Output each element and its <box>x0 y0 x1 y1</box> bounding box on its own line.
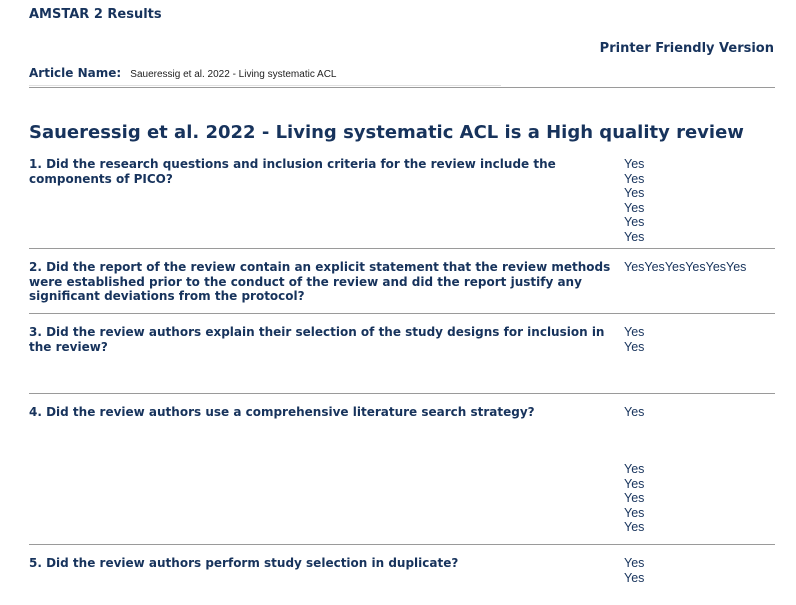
answer-list: Yes Yes Yes Yes Yes Yes <box>624 157 644 244</box>
answer-value: Yes <box>644 260 665 274</box>
questions-list: 1. Did the research questions and inclus… <box>29 155 775 605</box>
question-text: 1. Did the research questions and inclus… <box>29 157 556 186</box>
answer-value: Yes <box>624 229 645 244</box>
page-header-title: AMSTAR 2 Results <box>29 7 162 22</box>
question-block-4: 4. Did the review authors use a comprehe… <box>29 394 775 545</box>
answer-value: Yes <box>624 570 645 585</box>
answer-value: Yes <box>624 556 645 570</box>
answer-value: Yes <box>705 260 727 274</box>
question-block-1: 1. Did the research questions and inclus… <box>29 155 775 249</box>
answer-value: Yes <box>624 171 645 186</box>
answer-list: YesYesYesYesYesYes <box>624 260 746 275</box>
answer-value: Yes <box>624 520 645 534</box>
article-name-row: Article Name: Saueressig et al. 2022 - L… <box>29 62 501 86</box>
review-heading: Saueressig et al. 2022 - Living systemat… <box>29 122 744 143</box>
answer-value: Yes <box>624 462 645 476</box>
header-divider <box>29 87 775 88</box>
answer-value: Yes <box>726 260 747 274</box>
answer-list: Yes <box>624 405 644 420</box>
answer-value: Yes <box>624 215 645 229</box>
printer-friendly-link[interactable]: Printer Friendly Version <box>600 41 774 56</box>
answer-list-lower: Yes Yes Yes Yes Yes <box>624 462 644 535</box>
article-name-label: Article Name: <box>29 66 122 80</box>
question-text: 3. Did the review authors explain their … <box>29 325 605 354</box>
answer-list: Yes Yes <box>624 325 644 354</box>
answer-value: Yes <box>624 405 645 419</box>
article-name-value: Saueressig et al. 2022 - Living systemat… <box>130 69 337 80</box>
answer-value: Yes <box>624 157 645 171</box>
answer-value: Yes <box>624 476 645 491</box>
answer-value: Yes <box>624 505 645 520</box>
answer-value: Yes <box>664 260 686 274</box>
answer-value: Yes <box>685 260 706 274</box>
answer-value: Yes <box>624 491 645 505</box>
question-text: 4. Did the review authors use a comprehe… <box>29 405 535 419</box>
answer-list: Yes Yes <box>624 556 644 585</box>
answer-value: Yes <box>624 260 645 274</box>
answer-value: Yes <box>624 200 645 215</box>
answer-value: Yes <box>624 186 645 200</box>
answer-value: Yes <box>624 325 645 339</box>
question-block-5: 5. Did the review authors perform study … <box>29 545 775 605</box>
question-text: 5. Did the review authors perform study … <box>29 556 459 570</box>
question-block-3: 3. Did the review authors explain their … <box>29 314 775 394</box>
question-text: 2. Did the report of the review contain … <box>29 260 611 303</box>
question-block-2: 2. Did the report of the review contain … <box>29 249 775 314</box>
answer-value: Yes <box>624 339 645 354</box>
